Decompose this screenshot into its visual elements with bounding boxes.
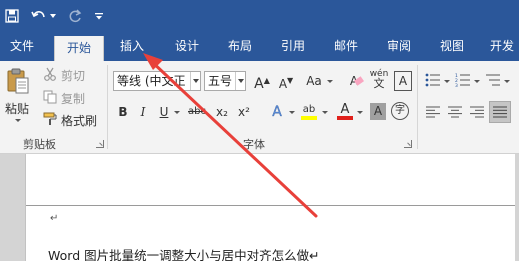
text-effects-dropdown-icon[interactable] bbox=[289, 111, 295, 114]
font-launcher-icon[interactable] bbox=[404, 140, 412, 148]
subscript-icon: x₂ bbox=[216, 105, 228, 119]
undo-dropdown-icon[interactable] bbox=[49, 5, 57, 27]
font-size-combo[interactable]: 五号 bbox=[204, 71, 246, 91]
svg-text:3: 3 bbox=[455, 83, 458, 87]
cut-icon bbox=[42, 66, 58, 82]
subscript-button[interactable]: x₂ bbox=[213, 102, 231, 122]
grow-font-icon: A bbox=[254, 76, 264, 92]
grow-font-button[interactable]: A▲ bbox=[252, 71, 272, 92]
paragraph-mark: ↵ bbox=[50, 213, 59, 224]
font-name-dropdown-icon[interactable] bbox=[190, 72, 200, 90]
enclose-characters-icon: 字 bbox=[395, 105, 405, 116]
bold-button[interactable]: B bbox=[115, 102, 131, 122]
change-case-dropdown-icon[interactable] bbox=[327, 80, 333, 83]
document-text-line[interactable]: Word 图片批量统一调整大小与居中对齐怎么做↵ bbox=[48, 245, 320, 261]
highlight-button[interactable]: ab bbox=[299, 100, 319, 120]
clipboard-group-label: 剪贴板 bbox=[23, 138, 56, 151]
tab-review[interactable]: 审阅 bbox=[377, 32, 421, 61]
italic-icon: I bbox=[140, 105, 146, 119]
font-name-value: 等线 (中文正 bbox=[117, 74, 186, 88]
character-border-button[interactable]: A bbox=[394, 71, 412, 91]
ribbon-home: 粘贴 剪切 复制 格式刷 剪贴板 等线 (中文正 五号 A▲ A▼ Aa A w… bbox=[0, 61, 519, 154]
bullets-dropdown-icon[interactable] bbox=[444, 80, 450, 83]
superscript-button[interactable]: x² bbox=[235, 102, 253, 122]
tab-design[interactable]: 设计 bbox=[165, 32, 209, 61]
highlight-dropdown-icon[interactable] bbox=[322, 111, 328, 114]
font-color-button[interactable]: A bbox=[336, 100, 354, 120]
tab-view[interactable]: 视图 bbox=[430, 32, 474, 61]
change-case-icon: Aa bbox=[306, 74, 322, 88]
character-shading-button[interactable]: A bbox=[370, 103, 386, 120]
bullets-icon[interactable] bbox=[424, 71, 442, 89]
text-effects-icon: A bbox=[272, 104, 282, 120]
highlight-icon: ab bbox=[302, 104, 316, 115]
align-center-icon[interactable] bbox=[446, 103, 464, 121]
numbering-icon[interactable]: 123 bbox=[454, 71, 472, 89]
justify-icon[interactable] bbox=[489, 101, 511, 123]
change-case-button[interactable]: Aa bbox=[303, 71, 325, 91]
font-color-dropdown-icon[interactable] bbox=[357, 111, 363, 114]
underline-button[interactable]: U bbox=[156, 102, 172, 122]
tab-mailings[interactable]: 邮件 bbox=[324, 32, 368, 61]
tab-layout[interactable]: 布局 bbox=[218, 32, 262, 61]
clipboard-launcher-icon[interactable] bbox=[96, 140, 104, 148]
font-size-value: 五号 bbox=[208, 74, 233, 88]
tab-developer[interactable]: 开发 bbox=[482, 32, 519, 61]
title-bar bbox=[0, 0, 519, 32]
customize-qat-icon[interactable] bbox=[94, 5, 104, 27]
redo-icon[interactable] bbox=[66, 5, 84, 27]
format-painter-button[interactable]: 格式刷 bbox=[61, 112, 97, 129]
enclose-characters-button[interactable]: 字 bbox=[391, 102, 409, 120]
character-shading-icon: A bbox=[373, 104, 383, 118]
underline-icon: U bbox=[159, 105, 169, 119]
numbering-dropdown-icon[interactable] bbox=[474, 80, 480, 83]
tab-home[interactable]: 开始 bbox=[54, 36, 104, 61]
text-effects-button[interactable]: A bbox=[268, 102, 286, 122]
bold-icon: B bbox=[118, 105, 128, 119]
tab-insert[interactable]: 插入 bbox=[110, 32, 154, 61]
shrink-font-icon: A bbox=[278, 77, 288, 91]
copy-icon bbox=[42, 89, 58, 105]
phonetic-guide-button[interactable]: wén 文 bbox=[368, 69, 390, 89]
underline-dropdown-icon[interactable] bbox=[174, 111, 180, 114]
font-size-dropdown-icon[interactable] bbox=[235, 72, 245, 90]
tab-file[interactable]: 文件 bbox=[0, 32, 44, 61]
multilevel-list-icon[interactable] bbox=[484, 71, 502, 89]
paste-dropdown-icon[interactable] bbox=[15, 119, 21, 122]
italic-button[interactable]: I bbox=[135, 102, 151, 122]
copy-button[interactable]: 复制 bbox=[61, 90, 85, 107]
tab-references[interactable]: 引用 bbox=[271, 32, 315, 61]
superscript-icon: x² bbox=[238, 105, 250, 119]
align-left-icon[interactable] bbox=[424, 103, 442, 121]
font-name-combo[interactable]: 等线 (中文正 bbox=[113, 71, 201, 91]
group-separator bbox=[107, 65, 108, 149]
ribbon-tab-row: 文件 开始 插入 设计 布局 引用 邮件 审阅 视图 开发 bbox=[0, 32, 519, 61]
clear-formatting-button[interactable]: A bbox=[344, 71, 364, 91]
cut-button[interactable]: 剪切 bbox=[61, 67, 85, 84]
format-painter-icon bbox=[42, 111, 58, 127]
paste-button[interactable]: 粘贴 bbox=[5, 100, 29, 117]
multilevel-list-dropdown-icon[interactable] bbox=[504, 80, 510, 83]
strikethrough-button[interactable]: abc bbox=[186, 102, 208, 122]
shrink-font-button[interactable]: A▼ bbox=[276, 71, 296, 91]
align-right-icon[interactable] bbox=[468, 103, 486, 121]
font-color-icon: A bbox=[340, 102, 350, 117]
font-group-label: 字体 bbox=[243, 138, 265, 151]
paste-icon[interactable] bbox=[5, 66, 31, 96]
strikethrough-icon: abc bbox=[188, 106, 206, 117]
group-separator bbox=[417, 65, 418, 149]
undo-icon[interactable] bbox=[30, 5, 48, 27]
header-separator-line bbox=[26, 205, 515, 206]
save-icon[interactable] bbox=[4, 5, 20, 27]
character-border-icon: A bbox=[398, 74, 408, 88]
